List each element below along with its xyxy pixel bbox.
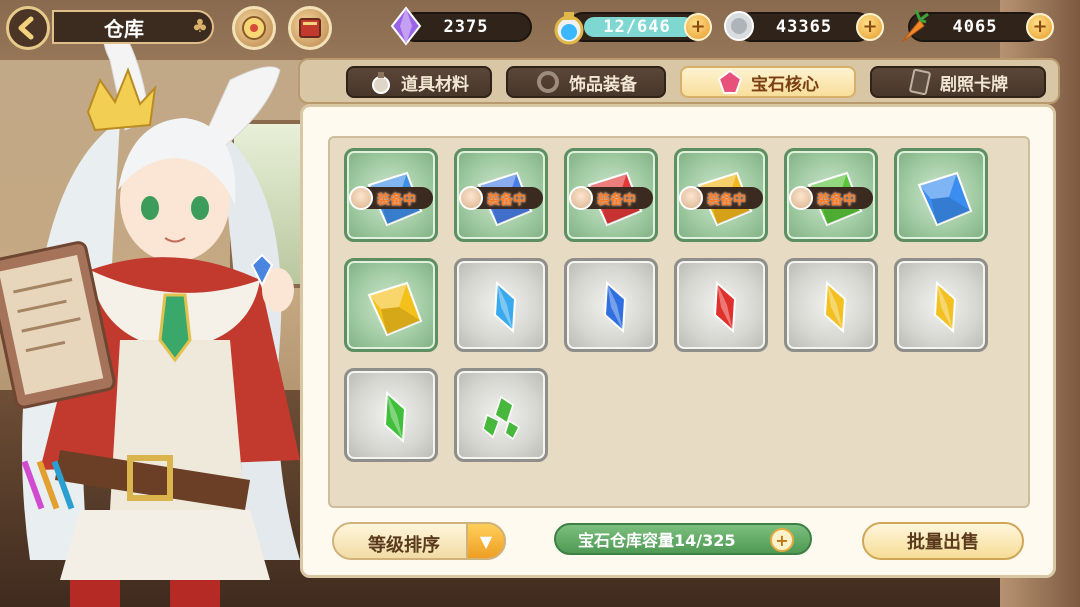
gem-slot[interactable]: 装备中 — [784, 148, 878, 242]
stamina-plus-button[interactable]: + — [684, 13, 712, 41]
character-avatar-icon — [349, 186, 373, 210]
yellow-diamond-gem-icon — [367, 281, 423, 337]
yellow-shard-gem-icon — [933, 280, 957, 334]
equipped-badge: 装备中 — [789, 186, 873, 210]
compass-icon — [242, 16, 266, 40]
equipped-label: 装备中 — [817, 192, 857, 208]
gem-slot[interactable] — [894, 258, 988, 352]
clover-icon: ♣ — [191, 16, 208, 37]
carrot-icon — [901, 9, 929, 43]
compass-menu-button[interactable] — [232, 6, 276, 50]
stamina-count: 12/646 — [603, 17, 671, 37]
card-icon — [909, 69, 931, 95]
purple-crystal-icon — [390, 6, 422, 46]
gem-slot[interactable] — [344, 258, 438, 352]
gem-slot[interactable]: 装备中 — [454, 148, 548, 242]
gem-slot[interactable] — [344, 368, 438, 462]
gem-slot[interactable] — [454, 258, 548, 352]
gem-slot[interactable] — [564, 258, 658, 352]
blue-diamond-gem-icon — [917, 171, 973, 227]
bulk-sell-label: 批量出售 — [907, 532, 979, 553]
back-arrow-icon — [18, 16, 34, 40]
book-icon — [299, 18, 321, 38]
red-shard-gem-icon — [713, 280, 737, 334]
tab-gem-cores[interactable]: 宝石核心 — [680, 66, 856, 98]
carrot-count: 4065 — [952, 17, 998, 37]
equipped-badge: 装备中 — [569, 186, 653, 210]
gem-slot[interactable]: 装备中 — [674, 148, 768, 242]
equipped-badge: 装备中 — [679, 186, 763, 210]
gem-capacity-label: 宝石仓库容量14/325 — [578, 531, 736, 550]
ring-icon — [537, 71, 559, 93]
silver-coin-count: 43365 — [775, 17, 833, 37]
tab-items-materials-label: 道具材料 — [401, 74, 469, 95]
silver-coin-plus-button[interactable]: + — [856, 13, 884, 41]
gem-slot[interactable] — [784, 258, 878, 352]
cyan-shard-gem-icon — [493, 280, 517, 334]
equipped-label: 装备中 — [707, 192, 747, 208]
bulk-sell-button[interactable]: 批量出售 — [862, 522, 1024, 560]
stamina-potion-icon — [554, 12, 584, 45]
blue-shard-gem-icon — [603, 280, 627, 334]
equipped-label: 装备中 — [597, 192, 637, 208]
page-title: 仓库 — [104, 16, 144, 41]
tab-gem-cores-label: 宝石核心 — [751, 74, 819, 95]
tab-still-cards[interactable]: 剧照卡牌 — [870, 66, 1046, 98]
equipped-label: 装备中 — [487, 192, 527, 208]
gem-slot[interactable] — [674, 258, 768, 352]
gem-slot[interactable] — [454, 368, 548, 462]
sort-dropdown-button[interactable]: ▼ — [466, 522, 506, 560]
character-avatar-icon — [569, 186, 593, 210]
title-bar: 仓库 ♣ — [52, 10, 214, 44]
book-menu-button[interactable] — [288, 6, 332, 50]
category-tabs: 道具材料 饰品装备 宝石核心 剧照卡牌 — [298, 58, 1060, 104]
tab-accessories-equipment-label: 饰品装备 — [569, 74, 637, 95]
character-avatar-icon — [679, 186, 703, 210]
carrot-plus-button[interactable]: + — [1026, 13, 1054, 41]
gem-capacity-bar: 宝石仓库容量14/325 + — [554, 523, 812, 555]
resource-silver-coin: 43365 — [736, 12, 872, 42]
gem-icon — [717, 69, 743, 94]
capacity-plus-button[interactable]: + — [770, 528, 794, 552]
sort-button[interactable]: 等级排序 ▼ — [332, 522, 506, 560]
tab-still-cards-label: 剧照卡牌 — [940, 74, 1008, 95]
silver-coin-icon — [724, 11, 754, 41]
tab-accessories-equipment[interactable]: 饰品装备 — [506, 66, 666, 98]
gem-slot[interactable]: 装备中 — [564, 148, 658, 242]
green-fragments-gem-icon — [482, 395, 520, 441]
gem-slot[interactable]: 装备中 — [344, 148, 438, 242]
character-avatar-icon — [789, 186, 813, 210]
back-button[interactable] — [6, 6, 50, 50]
equipped-label: 装备中 — [377, 192, 417, 208]
sort-label: 等级排序 — [368, 535, 440, 556]
character-illustration — [0, 40, 300, 607]
potion-icon — [372, 72, 390, 94]
tab-items-materials[interactable]: 道具材料 — [346, 66, 492, 98]
equipped-badge: 装备中 — [349, 186, 433, 210]
chevron-down-icon: ▼ — [479, 531, 493, 551]
green-shard-gem-icon — [383, 390, 407, 444]
gem-slot[interactable] — [894, 148, 988, 242]
equipped-badge: 装备中 — [459, 186, 543, 210]
yellow-shard-gem-icon — [823, 280, 847, 334]
character-avatar-icon — [459, 186, 483, 210]
purple-crystal-count: 2375 — [443, 17, 489, 37]
